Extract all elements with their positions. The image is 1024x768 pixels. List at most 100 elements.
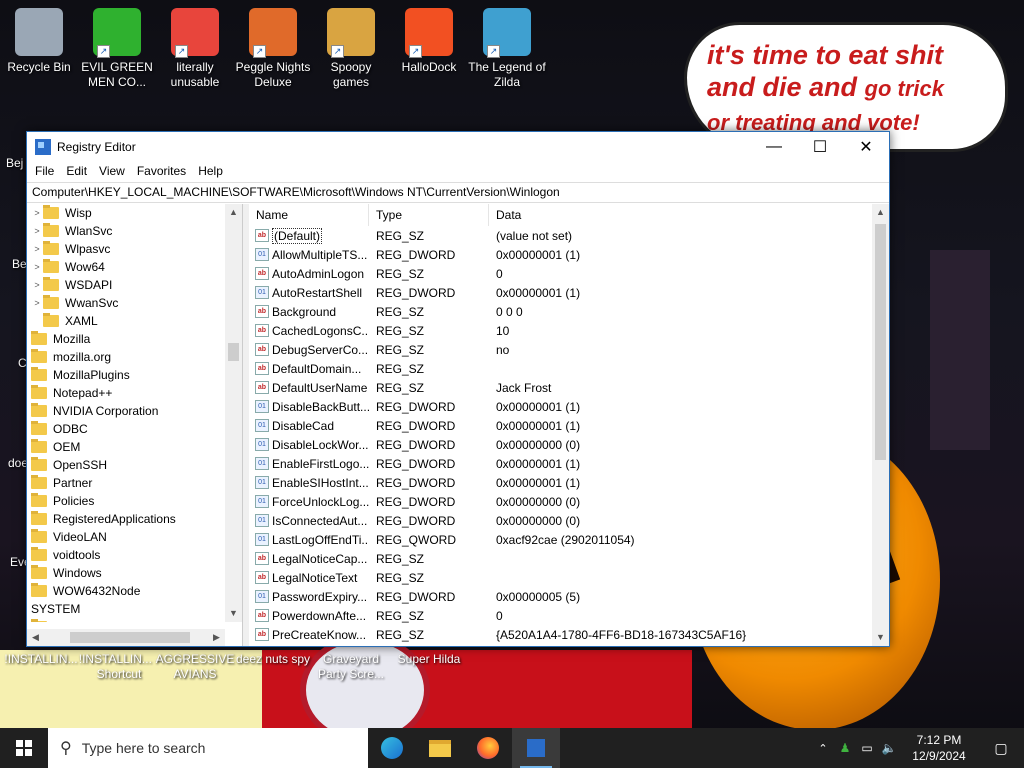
scroll-up-icon[interactable]: ▲: [872, 204, 889, 221]
value-row[interactable]: ab LegalNoticeText REG_SZ: [249, 568, 889, 587]
tree-item[interactable]: OEM: [27, 438, 225, 456]
tree-item[interactable]: SYSTEM: [27, 600, 225, 618]
chevron-right-icon[interactable]: >: [31, 226, 43, 236]
scroll-up-icon[interactable]: ▲: [225, 204, 242, 221]
tree-item[interactable]: RegisteredApplications: [27, 510, 225, 528]
tree-item[interactable]: MozillaPlugins: [27, 366, 225, 384]
chevron-right-icon[interactable]: >: [31, 298, 43, 308]
tree-item[interactable]: > WSDAPI: [27, 276, 225, 294]
clock[interactable]: 7:12 PM 12/9/2024: [900, 732, 978, 764]
network-icon[interactable]: ▭: [856, 741, 878, 755]
scroll-right-icon[interactable]: ▶: [208, 632, 225, 643]
scroll-left-icon[interactable]: ◀: [27, 632, 44, 643]
tree-item[interactable]: XAML: [27, 312, 225, 330]
menu-edit[interactable]: Edit: [60, 164, 93, 178]
scroll-down-icon[interactable]: ▼: [225, 605, 242, 622]
desktop-icon[interactable]: ↗ The Legend of Zilda: [468, 8, 546, 90]
tree-item[interactable]: Windows: [27, 564, 225, 582]
value-row[interactable]: 01 AllowMultipleTS... REG_DWORD 0x00000001 …: [249, 245, 889, 264]
tree-horizontal-scrollbar[interactable]: ◀ ▶: [27, 629, 225, 646]
desktop-partial-label[interactable]: Bej: [6, 156, 23, 170]
menu-view[interactable]: View: [93, 164, 131, 178]
value-row[interactable]: ab DefaultUserName REG_SZ Jack Frost: [249, 378, 889, 397]
chevron-right-icon[interactable]: >: [31, 280, 43, 290]
volume-icon[interactable]: 🔈: [878, 741, 900, 755]
desktop-icon-label[interactable]: AGGRESSIVE AVIANS: [154, 652, 236, 682]
value-row[interactable]: ab (Default) REG_SZ (value not set): [249, 226, 889, 245]
desktop-icon[interactable]: ↗ Spoopy games: [312, 8, 390, 90]
desktop-partial-label[interactable]: Be: [12, 257, 27, 271]
value-row[interactable]: 01 PasswordExpiry... REG_DWORD 0x00000005 (…: [249, 587, 889, 606]
tree-item[interactable]: > Wisp: [27, 204, 225, 222]
tree-item[interactable]: voidtools: [27, 546, 225, 564]
chevron-right-icon[interactable]: >: [31, 262, 43, 272]
value-row[interactable]: 01 DisableBackButt... REG_DWORD 0x00000001 …: [249, 397, 889, 416]
menu-file[interactable]: File: [29, 164, 60, 178]
user-icon[interactable]: ♟: [834, 741, 856, 755]
desktop-icon-label[interactable]: deez nuts spy: [232, 652, 314, 667]
value-row[interactable]: ab Background REG_SZ 0 0 0: [249, 302, 889, 321]
firefox-icon[interactable]: [464, 728, 512, 768]
scroll-thumb[interactable]: [875, 224, 886, 460]
tree-vertical-scrollbar[interactable]: ▲ ▼: [225, 204, 242, 622]
chevron-right-icon[interactable]: >: [31, 208, 43, 218]
tree-item[interactable]: ODBC: [27, 420, 225, 438]
close-button[interactable]: ✕: [843, 132, 889, 161]
tree-item[interactable]: > WwanSvc: [27, 294, 225, 312]
scroll-thumb[interactable]: [70, 632, 190, 643]
tree-item[interactable]: > Wlpasvc: [27, 240, 225, 258]
desktop-icon[interactable]: Recycle Bin: [0, 8, 78, 75]
value-row[interactable]: 01 EnableSIHostInt... REG_DWORD 0x00000001 …: [249, 473, 889, 492]
value-row[interactable]: 01 IsConnectedAut... REG_DWORD 0x00000000 (…: [249, 511, 889, 530]
value-row[interactable]: ab AutoAdminLogon REG_SZ 0: [249, 264, 889, 283]
tree-item[interactable]: Partner: [27, 474, 225, 492]
values-vertical-scrollbar[interactable]: ▲ ▼: [872, 204, 889, 646]
desktop-icon-label[interactable]: !INSTALLIN...: [0, 652, 82, 667]
value-row[interactable]: 01 DisableCad REG_DWORD 0x00000001 (1): [249, 416, 889, 435]
tree-item[interactable]: WOW6432Node: [27, 582, 225, 600]
tree-item[interactable]: Policies: [27, 492, 225, 510]
value-row[interactable]: 01 LastLogOffEndTi... REG_QWORD 0xacf92cae …: [249, 530, 889, 549]
file-explorer-icon[interactable]: [416, 728, 464, 768]
tree-item[interactable]: OpenSSH: [27, 456, 225, 474]
value-row[interactable]: 01 DisableLockWor... REG_DWORD 0x00000000 (…: [249, 435, 889, 454]
value-row[interactable]: ab DefaultDomain... REG_SZ: [249, 359, 889, 378]
value-row[interactable]: 01 ForceUnlockLog... REG_DWORD 0x00000000 (…: [249, 492, 889, 511]
value-row[interactable]: ab LegalNoticeCap... REG_SZ: [249, 549, 889, 568]
address-bar[interactable]: Computer\HKEY_LOCAL_MACHINE\SOFTWARE\Mic…: [27, 182, 889, 203]
chevron-up-icon[interactable]: ⌃: [812, 742, 834, 755]
scroll-thumb[interactable]: [228, 343, 239, 361]
title-bar[interactable]: Registry Editor — ☐ ✕: [27, 132, 889, 161]
minimize-button[interactable]: —: [751, 132, 797, 161]
tree-item[interactable]: > WlanSvc: [27, 222, 225, 240]
column-header-name[interactable]: Name: [249, 204, 369, 226]
start-button[interactable]: [0, 728, 48, 768]
tree-item[interactable]: Notepad++: [27, 384, 225, 402]
registry-editor-taskbar-icon[interactable]: [512, 728, 560, 768]
edge-icon[interactable]: [368, 728, 416, 768]
tree-item[interactable]: mozilla.org: [27, 348, 225, 366]
tree-item[interactable]: VideoLAN: [27, 528, 225, 546]
tree-item[interactable]: Mozilla: [27, 330, 225, 348]
desktop-icon[interactable]: ↗ EVIL GREEN MEN CO...: [78, 8, 156, 90]
chevron-right-icon[interactable]: >: [31, 244, 43, 254]
maximize-button[interactable]: ☐: [797, 132, 843, 161]
value-row[interactable]: ab CachedLogonsC... REG_SZ 10: [249, 321, 889, 340]
desktop-icon-label[interactable]: Graveyard Party Scre...: [310, 652, 392, 682]
value-row[interactable]: ab PreCreateKnow... REG_SZ {A520A1A4-1780-4…: [249, 625, 889, 644]
tree-item[interactable]: NVIDIA Corporation: [27, 402, 225, 420]
desktop-icon[interactable]: ↗ literally unusable: [156, 8, 234, 90]
notifications-icon[interactable]: ▢: [978, 740, 1024, 757]
column-header-data[interactable]: Data: [489, 204, 869, 226]
value-row[interactable]: 01 EnableFirstLogo... REG_DWORD 0x00000001 …: [249, 454, 889, 473]
column-header-type[interactable]: Type: [369, 204, 489, 226]
scroll-down-icon[interactable]: ▼: [872, 629, 889, 646]
value-row[interactable]: ab PowerdownAfte... REG_SZ 0: [249, 606, 889, 625]
menu-favorites[interactable]: Favorites: [131, 164, 192, 178]
taskbar-search-box[interactable]: ⚲ Type here to search: [48, 728, 368, 768]
desktop-icon-label[interactable]: Super Hilda: [388, 652, 470, 667]
menu-help[interactable]: Help: [192, 164, 229, 178]
desktop-icon[interactable]: ↗ HalloDock: [390, 8, 468, 75]
value-row[interactable]: 01 AutoRestartShell REG_DWORD 0x00000001 (1…: [249, 283, 889, 302]
tree-item[interactable]: ActivationBroker: [27, 618, 225, 622]
